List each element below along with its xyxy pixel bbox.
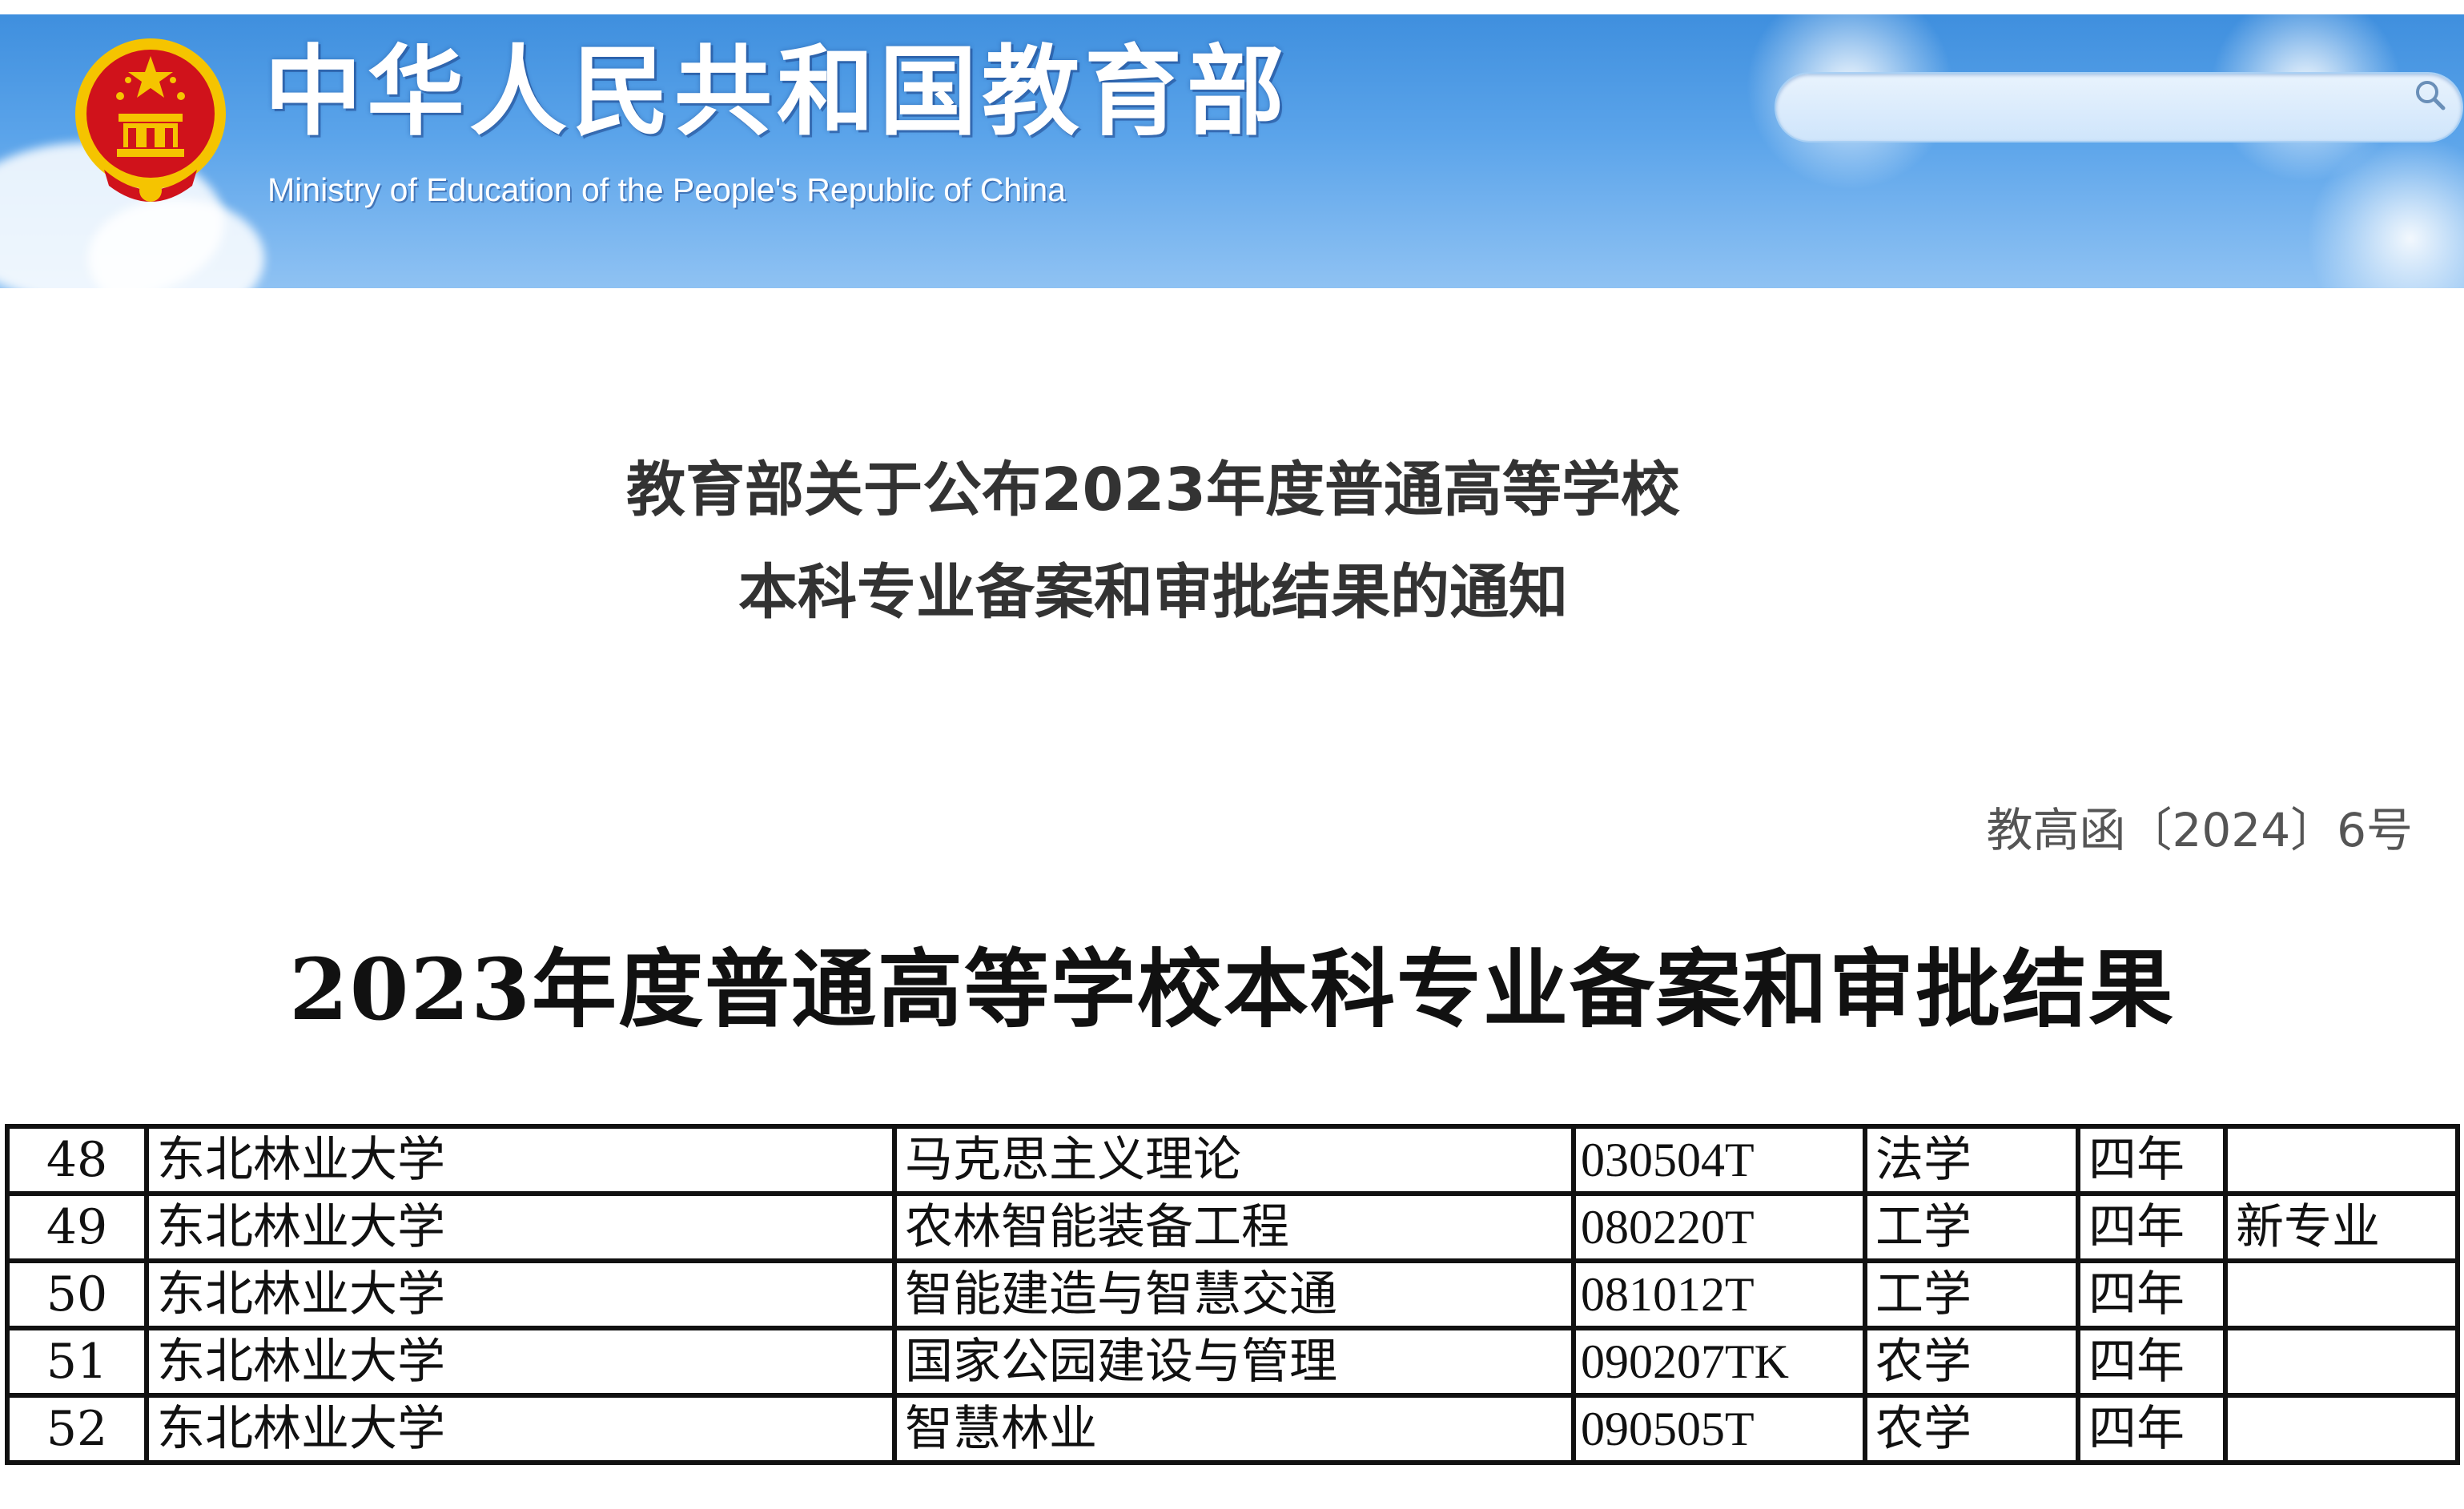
national-emblem-icon[interactable] bbox=[72, 34, 229, 210]
table-row: 48 东北林业大学 马克思主义理论 030504T 法学 四年 bbox=[5, 1124, 2460, 1196]
discipline: 工学 bbox=[1863, 1191, 2080, 1263]
approval-results-table: 48 东北林业大学 马克思主义理论 030504T 法学 四年 49 东北林业大… bbox=[5, 1124, 2460, 1465]
discipline: 农学 bbox=[1863, 1326, 2080, 1398]
major-code: 080220T bbox=[1571, 1191, 1867, 1263]
major-name: 农林智能装备工程 bbox=[892, 1191, 1576, 1263]
row-index: 49 bbox=[5, 1191, 149, 1263]
site-header-banner: 中华人民共和国教育部 Ministry of Education of the … bbox=[0, 14, 2464, 288]
attachment-title: 2023年度普通高等学校本科专业备案和审批结果 bbox=[288, 939, 2176, 1039]
note bbox=[2223, 1124, 2460, 1196]
discipline: 农学 bbox=[1863, 1393, 2080, 1465]
table-row: 50 东北林业大学 智能建造与智慧交通 081012T 工学 四年 bbox=[5, 1258, 2460, 1330]
table-row: 52 东北林业大学 智慧林业 090505T 农学 四年 bbox=[5, 1393, 2460, 1465]
major-name: 马克思主义理论 bbox=[892, 1124, 1576, 1196]
site-title-english[interactable]: Ministry of Education of the People's Re… bbox=[267, 171, 1066, 209]
row-index: 48 bbox=[5, 1124, 149, 1196]
major-name: 智能建造与智慧交通 bbox=[892, 1258, 1576, 1330]
study-duration: 四年 bbox=[2076, 1124, 2228, 1196]
table-row: 51 东北林业大学 国家公园建设与管理 090207TK 农学 四年 bbox=[5, 1326, 2460, 1398]
university-name: 东北林业大学 bbox=[144, 1258, 897, 1330]
search-icon[interactable] bbox=[2414, 78, 2446, 110]
notice-title: 教育部关于公布2023年度普通高等学校 本科专业备案和审批结果的通知 bbox=[0, 439, 2306, 644]
notice-title-line-2: 本科专业备案和审批结果的通知 bbox=[738, 558, 1568, 627]
notice-title-line-1: 教育部关于公布2023年度普通高等学校 bbox=[626, 456, 1680, 524]
search-input[interactable] bbox=[1775, 72, 2463, 142]
study-duration: 四年 bbox=[2076, 1258, 2228, 1330]
document-number: 教高函〔2024〕6号 bbox=[1986, 803, 2413, 857]
university-name: 东北林业大学 bbox=[144, 1326, 897, 1398]
study-duration: 四年 bbox=[2076, 1393, 2228, 1465]
major-name: 国家公园建设与管理 bbox=[892, 1326, 1576, 1398]
major-name: 智慧林业 bbox=[892, 1393, 1576, 1465]
row-index: 50 bbox=[5, 1258, 149, 1330]
major-code: 090505T bbox=[1571, 1393, 1867, 1465]
discipline: 工学 bbox=[1863, 1258, 2080, 1330]
row-index: 52 bbox=[5, 1393, 149, 1465]
site-title-chinese[interactable]: 中华人民共和国教育部 bbox=[264, 38, 1289, 146]
table-row: 49 东北林业大学 农林智能装备工程 080220T 工学 四年 新专业 bbox=[5, 1191, 2460, 1263]
note bbox=[2223, 1258, 2460, 1330]
major-code: 030504T bbox=[1571, 1124, 1867, 1196]
note bbox=[2223, 1326, 2460, 1398]
note: 新专业 bbox=[2223, 1191, 2460, 1263]
discipline: 法学 bbox=[1863, 1124, 2080, 1196]
university-name: 东北林业大学 bbox=[144, 1191, 897, 1263]
university-name: 东北林业大学 bbox=[144, 1393, 897, 1465]
major-code: 081012T bbox=[1571, 1258, 1867, 1330]
row-index: 51 bbox=[5, 1326, 149, 1398]
university-name: 东北林业大学 bbox=[144, 1124, 897, 1196]
major-code: 090207TK bbox=[1571, 1326, 1867, 1398]
study-duration: 四年 bbox=[2076, 1191, 2228, 1263]
study-duration: 四年 bbox=[2076, 1326, 2228, 1398]
note bbox=[2223, 1393, 2460, 1465]
